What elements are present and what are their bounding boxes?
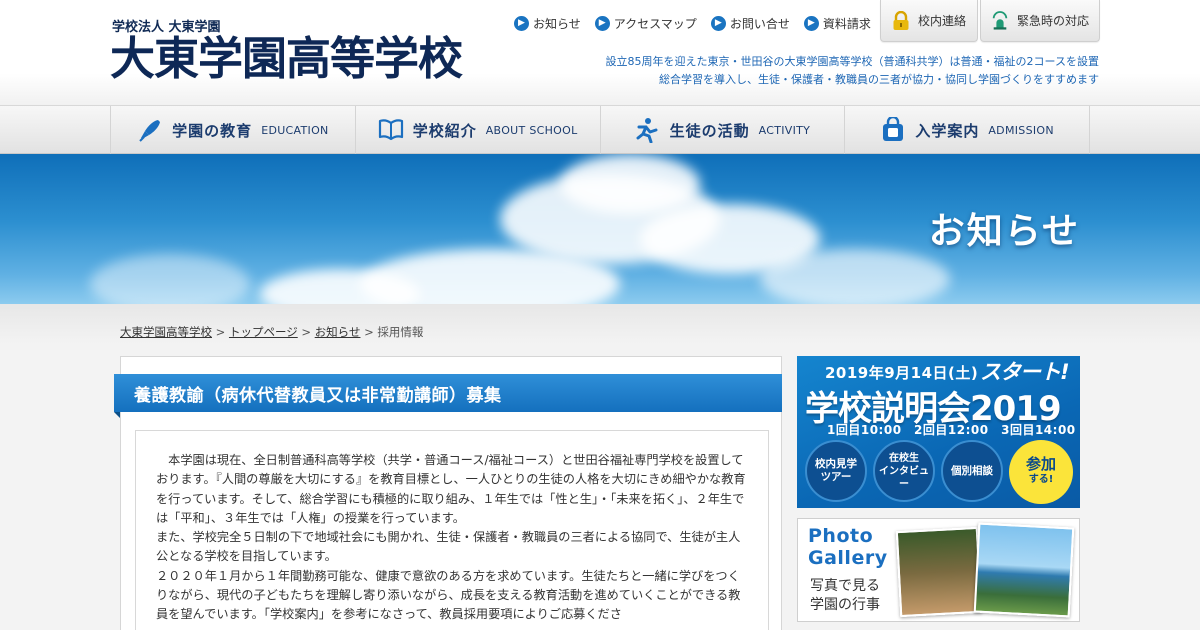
article-title: 養護教諭（病休代替教員又は非常勤講師）募集: [114, 374, 782, 412]
article-paragraph: また、学校完全５日制の下で地域社会にも開かれ、生徒・保護者・教職員の三者による協…: [156, 530, 741, 564]
top-link-label: 資料請求: [822, 16, 871, 31]
nav-label-jp: 入学案内: [915, 121, 980, 140]
banner-times: 1回目10:00 2回目12:00 3回目14:00: [827, 423, 1076, 437]
nav-item-admission[interactable]: 入学案内 ADMISSION: [845, 106, 1090, 154]
top-link-label: お知らせ: [533, 16, 581, 31]
nav-item-education[interactable]: 学園の教育 EDUCATION: [111, 106, 356, 154]
internal-notice-label: 校内連絡: [917, 14, 966, 28]
page-title: お知らせ: [928, 211, 1080, 252]
top-link-access[interactable]: ▶ アクセスマップ: [594, 14, 697, 32]
site-header: 学校法人 大東学園 大東学園高等学校 ▶ お知らせ ▶ アクセスマップ ▶ お問…: [0, 0, 1200, 106]
nav-item-about[interactable]: 学校紹介 ABOUT SCHOOL: [356, 106, 601, 154]
arrow-right-icon: ▶: [514, 15, 529, 31]
nav-label-jp: 学園の教育: [172, 121, 253, 140]
gallery-photo-students: [895, 526, 983, 618]
nav-label-en: EDUCATION: [261, 123, 329, 137]
gallery-photo-beach: [973, 522, 1075, 618]
breadcrumb-current: 採用情報: [377, 325, 424, 339]
top-links: ▶ お知らせ ▶ アクセスマップ ▶ お問い合せ ▶ 資料請求: [514, 14, 871, 32]
banner-join-button[interactable]: 参加 する!: [1009, 440, 1073, 504]
emergency-label: 緊急時の対応: [1016, 14, 1089, 28]
arrow-right-icon: ▶: [594, 15, 610, 31]
photo-sub-line: 写真で見る: [810, 578, 880, 594]
cloud-shape: [760, 249, 950, 304]
cloud-shape: [560, 154, 700, 214]
nav-item-activity[interactable]: 生徒の活動 ACTIVITY: [601, 106, 846, 154]
tagline-line: 総合学習を導入し、生徒・保護者・教職員の三者が協力・協同し学園づくりをすすめます: [659, 73, 1099, 86]
article-body: 本学園は現在、全日制普通科高等学校（共学・普通コース/福祉コース）と世田谷福祉専…: [135, 430, 769, 630]
breadcrumb-link-news[interactable]: お知らせ: [315, 325, 361, 339]
top-link-label: アクセスマップ: [613, 16, 697, 31]
nav-label-jp: 生徒の活動: [669, 121, 750, 140]
book-icon: [378, 117, 404, 143]
nav-label-en: ADMISSION: [988, 123, 1054, 137]
nav-label-en: ABOUT SCHOOL: [485, 123, 578, 137]
site-logo[interactable]: 大東学園高等学校: [110, 32, 463, 86]
top-link-label: お問い合せ: [729, 16, 790, 31]
cloud-shape: [90, 254, 250, 304]
breadcrumb-separator: >: [297, 325, 315, 339]
bag-icon: [880, 117, 906, 143]
lock-icon: [892, 10, 910, 31]
banner-feature-tour: 校内見学 ツアー: [805, 440, 867, 502]
banner-feature-interview: 在校生 インタビュー: [873, 440, 935, 502]
running-person-icon: [635, 117, 661, 143]
alarm-icon: [991, 10, 1009, 31]
breadcrumb-separator: >: [360, 325, 378, 339]
photo-title-line: Gallery: [808, 547, 888, 569]
breadcrumb-link-top[interactable]: トップページ: [229, 325, 298, 339]
banner-date: 2019年9月14日(土): [825, 364, 979, 382]
site-tagline: 設立85周年を迎えた東京・世田谷の大東学園高等学校（普通科共学）は普通・福祉の2…: [606, 53, 1099, 89]
emergency-button[interactable]: 緊急時の対応: [980, 0, 1100, 42]
photo-gallery-subtitle: 写真で見る 学園の行事: [810, 577, 880, 615]
nav-label-jp: 学校紹介: [412, 121, 477, 140]
arrow-right-icon: ▶: [710, 15, 726, 31]
top-link-news[interactable]: ▶ お知らせ: [514, 14, 581, 32]
breadcrumb-link-home[interactable]: 大東学園高等学校: [120, 325, 212, 339]
top-link-contact[interactable]: ▶ お問い合せ: [710, 14, 790, 32]
tagline-line: 設立85周年を迎えた東京・世田谷の大東学園高等学校（普通科共学）は普通・福祉の2…: [605, 55, 1099, 68]
title-ribbon-fold: [114, 412, 120, 418]
breadcrumb-separator: >: [212, 325, 229, 339]
photo-sub-line: 学園の行事: [810, 597, 880, 613]
photo-gallery-banner[interactable]: Photo Gallery 写真で見る 学園の行事: [797, 518, 1080, 622]
page-hero: お知らせ: [0, 154, 1200, 304]
photo-title-line: Photo: [808, 525, 874, 547]
banner-join-sub: する!: [1028, 474, 1054, 485]
breadcrumb: 大東学園高等学校 > トップページ > お知らせ > 採用情報: [120, 324, 423, 340]
nav-label-en: ACTIVITY: [758, 123, 811, 137]
banner-join-label: 参加: [1025, 455, 1056, 473]
arrow-right-icon: ▶: [803, 15, 819, 31]
school-briefing-banner[interactable]: 2019年9月14日(土) スタート! 学校説明会2019 1回目10:00 2…: [797, 356, 1080, 508]
photo-gallery-title: Photo Gallery: [808, 525, 888, 569]
top-link-brochure[interactable]: ▶ 資料請求: [803, 14, 871, 32]
global-nav: 学園の教育 EDUCATION 学校紹介 ABOUT SCHOOL 生徒の活動 …: [0, 106, 1200, 154]
article-paragraph: 本学園は現在、全日制普通科高等学校（共学・普通コース/福祉コース）と世田谷福祉専…: [156, 453, 746, 525]
banner-feature-consult: 個別相談: [941, 440, 1003, 502]
internal-notice-button[interactable]: 校内連絡: [880, 0, 978, 42]
article-paragraph: ２０２０年１月から１年間勤務可能な、健康で意欲のある方を求めています。生徒たちと…: [156, 568, 741, 622]
pen-icon: [137, 117, 163, 143]
